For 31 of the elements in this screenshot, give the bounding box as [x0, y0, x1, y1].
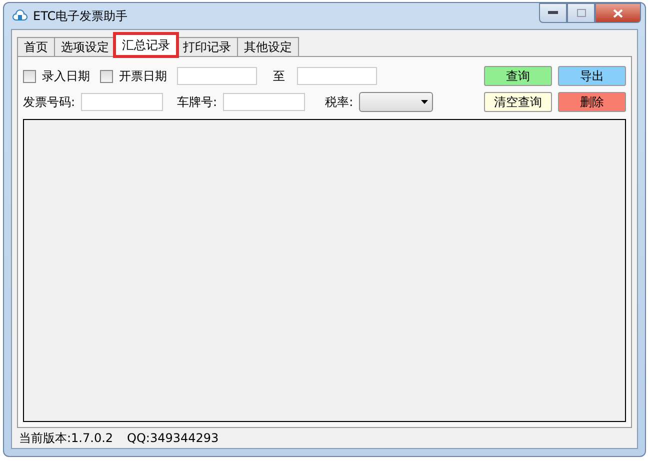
qq-text: QQ:349344293 — [127, 431, 219, 445]
checkbox[interactable] — [100, 70, 113, 82]
tab[interactable]: 汇总记录 — [115, 34, 177, 56]
field-label: 税率: — [325, 94, 354, 110]
tax-rate-dropdown[interactable] — [359, 92, 434, 112]
close-icon — [613, 8, 623, 18]
version-text: 当前版本:1.7.0.2 — [19, 430, 114, 446]
action-button[interactable]: 清空查询 — [484, 92, 552, 112]
tab[interactable]: 其他设定 — [237, 37, 299, 56]
tab[interactable]: 打印记录 — [176, 37, 238, 56]
checkbox[interactable] — [23, 70, 36, 82]
maximize-icon — [576, 9, 586, 17]
field-label: 发票号码: — [23, 94, 76, 110]
field-label: 车牌号: — [177, 94, 218, 110]
close-button[interactable] — [595, 3, 641, 23]
plate-field[interactable] — [223, 93, 306, 111]
minimize-icon — [548, 11, 558, 15]
checkbox-label: 录入日期 — [42, 68, 90, 84]
tab[interactable]: 选项设定 — [54, 37, 116, 56]
range-label: 至 — [273, 68, 285, 84]
checkbox-label: 开票日期 — [119, 68, 167, 84]
caret-icon — [421, 100, 428, 104]
invoice-number-field[interactable] — [81, 93, 164, 111]
date-to-field[interactable] — [297, 67, 377, 85]
action-button[interactable]: 导出 — [558, 66, 626, 86]
window-title: ETC电子发票助手 — [33, 8, 129, 24]
action-button[interactable]: 删除 — [558, 92, 626, 112]
action-button[interactable]: 查询 — [484, 66, 552, 86]
tab[interactable]: 首页 — [17, 37, 55, 56]
minimize-button[interactable] — [539, 3, 567, 23]
date-from-field[interactable] — [177, 67, 257, 85]
